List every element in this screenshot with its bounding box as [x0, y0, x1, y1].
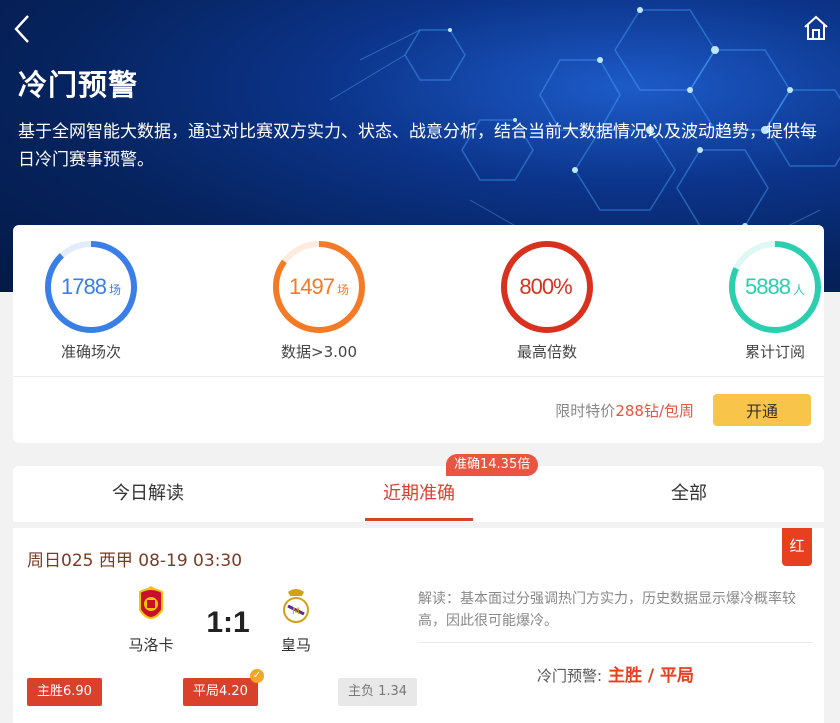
match-analysis: 解读：基本面过分强调热门方实力，历史数据显示爆冷概率较高，因此很可能爆冷。 — [418, 591, 796, 629]
stat-value: 1788 — [61, 274, 107, 299]
match-title: 周日025 西甲 08-19 03:30 — [27, 551, 243, 571]
stats-card: 1788 场 准确场次 1497 场 数据>3.00 800% 最高倍数 5888 人… — [13, 225, 824, 443]
away-team: M 皇马 — [261, 586, 331, 655]
stat-unit: 人 — [792, 282, 805, 297]
prediction-result: 主胜 / 平局 — [608, 666, 695, 686]
stat-unit: 场 — [108, 282, 121, 297]
real-madrid-crest-icon: M — [283, 589, 309, 623]
prediction-label: 冷门预警: — [536, 667, 602, 685]
home-team: 马洛卡 — [116, 586, 186, 655]
stat-value: 1497 — [289, 274, 335, 299]
odds-home-win[interactable]: 主胜6.90 — [27, 678, 102, 706]
stat-label: 准确场次 — [60, 343, 121, 361]
tab-all[interactable]: 全部 — [554, 466, 824, 522]
subscribe-button[interactable]: 开通 — [713, 394, 811, 426]
home-team-name: 马洛卡 — [128, 636, 174, 654]
offer-price: 限时特价288钻/包周 — [555, 400, 694, 421]
divider — [13, 376, 824, 377]
stat-unit: 场 — [336, 282, 349, 297]
odds-draw[interactable]: 平局4.20 ✓ — [183, 669, 264, 706]
stat-value: 5888 — [745, 274, 791, 299]
odds-draw-label: 平局4.20 — [193, 684, 248, 699]
back-arrow-icon[interactable] — [10, 12, 34, 46]
tab-active-indicator — [365, 518, 473, 521]
stat-subscribers: 5888 人 累计订阅 — [705, 239, 840, 362]
offer-price-value: 288钻/包周 — [615, 402, 694, 420]
tab-bar: 今日解读 近期准确 全部 — [13, 466, 824, 522]
check-icon: ✓ — [249, 669, 264, 683]
divider — [418, 642, 813, 643]
stat-max-multiplier: 800% 最高倍数 — [477, 239, 617, 362]
offer-prefix: 限时特价 — [555, 402, 616, 420]
svg-text:M: M — [292, 607, 300, 617]
upset-prediction: 冷门预警: 主胜 / 平局 — [418, 661, 813, 686]
match-card[interactable]: 周日025 西甲 08-19 03:30 红 马洛卡 1:1 M 皇马 解读：基… — [13, 528, 824, 723]
stat-label: 累计订阅 — [744, 343, 805, 361]
tab-today[interactable]: 今日解读 — [13, 466, 283, 522]
stat-label: 数据>3.00 — [281, 343, 357, 361]
home-icon[interactable] — [802, 14, 830, 42]
stat-accurate-count: 1788 场 准确场次 — [21, 239, 161, 362]
stat-high-odds-count: 1497 场 数据>3.00 — [249, 239, 389, 362]
odds-away-win[interactable]: 主负 1.34 — [338, 678, 418, 706]
stat-label: 最高倍数 — [516, 343, 577, 361]
page-title: 冷门预警 — [18, 68, 139, 102]
page-description: 基于全网智能大数据，通过对比赛双方实力、状态、战意分析，结合当前大数据情况以及波… — [18, 122, 817, 170]
stat-value: 800% — [519, 274, 572, 299]
accuracy-badge: 准确14.35倍 — [446, 454, 539, 476]
away-team-name: 皇马 — [280, 636, 311, 654]
result-tag: 红 — [782, 528, 812, 566]
match-score: 1:1 — [206, 606, 250, 639]
mallorca-crest-icon — [139, 586, 163, 619]
